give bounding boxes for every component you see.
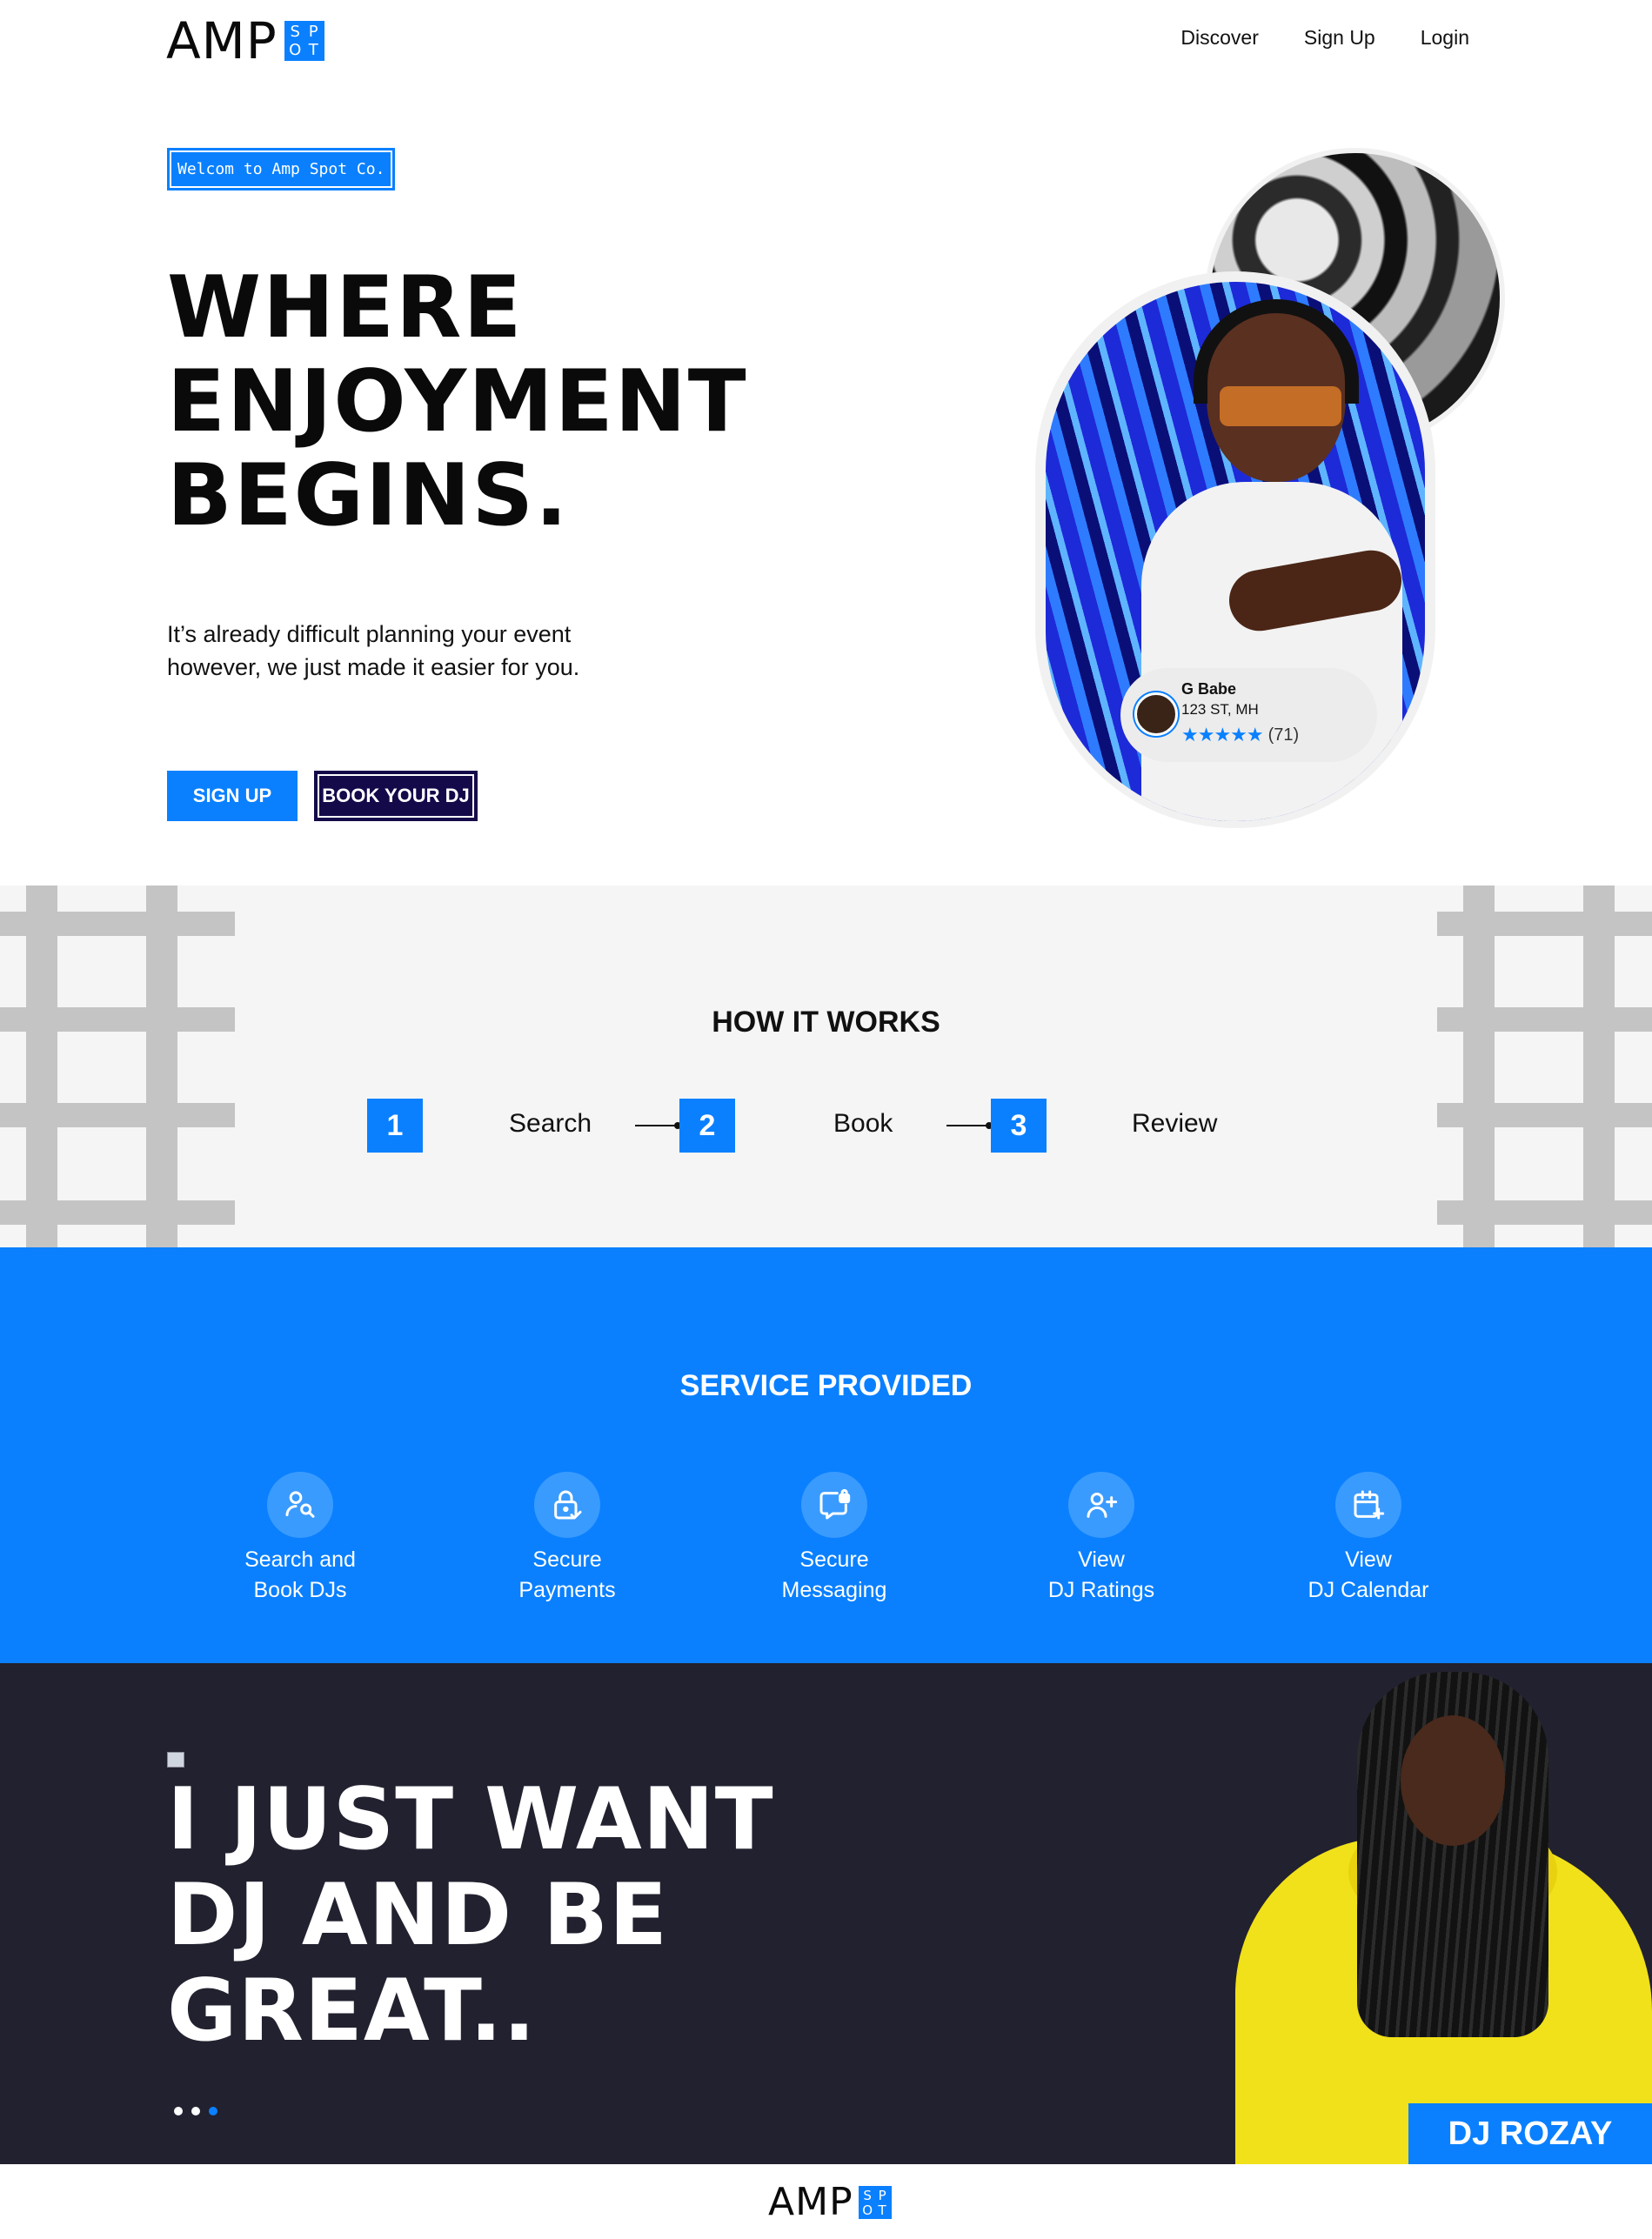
logo-wordmark: AMP bbox=[768, 2180, 853, 2224]
slider-dots bbox=[174, 2107, 217, 2115]
lock-check-icon bbox=[534, 1472, 600, 1538]
nav-link-login[interactable]: Login bbox=[1421, 26, 1469, 50]
service-secure-payments[interactable]: Secure Payments bbox=[463, 1472, 672, 1606]
profile-rating: ★★★★★ (71) bbox=[1181, 724, 1299, 746]
dj-rozay-photo: DJ ROZAY bbox=[1235, 1663, 1652, 2164]
dj-name-tag[interactable]: DJ ROZAY bbox=[1408, 2103, 1652, 2164]
dj-face bbox=[1401, 1715, 1505, 1846]
logo-letter: P bbox=[308, 22, 318, 41]
user-plus-icon bbox=[1068, 1472, 1134, 1538]
message-lock-icon bbox=[801, 1472, 867, 1538]
quote-line: DJ AND BE bbox=[167, 1866, 668, 1965]
service-label-line: Search and bbox=[244, 1547, 356, 1572]
logo-letter: P bbox=[878, 2187, 886, 2203]
broken-image-icon bbox=[167, 1752, 184, 1768]
how-it-works-section: HOW IT WORKS 1 Search 2 Book 3 Review bbox=[0, 886, 1652, 1247]
avatar bbox=[1134, 692, 1178, 736]
logo-letter: O bbox=[289, 40, 302, 59]
service-label-line: View bbox=[1345, 1547, 1392, 1572]
nav-links: Discover Sign Up Login bbox=[1180, 26, 1469, 50]
service-label-line: Payments bbox=[518, 1578, 616, 1602]
logo-letter: T bbox=[878, 2202, 886, 2218]
dj-profile-card[interactable]: G Babe 123 ST, MH ★★★★★ (71) bbox=[1120, 668, 1377, 762]
how-it-works-title: HOW IT WORKS bbox=[712, 1006, 940, 1039]
services-title: SERVICE PROVIDED bbox=[679, 1369, 973, 1402]
user-search-icon bbox=[267, 1472, 333, 1538]
hero-subtitle: It’s already difficult planning your eve… bbox=[167, 621, 580, 680]
figure-glasses bbox=[1220, 386, 1341, 426]
hero-title-line: BEGINS. bbox=[167, 446, 570, 545]
services-section: SERVICE PROVIDED Search and Book DJs Sec… bbox=[0, 1247, 1652, 1663]
service-label-line: Messaging bbox=[781, 1578, 887, 1602]
quote-line: I JUST WANT bbox=[167, 1770, 774, 1869]
service-search-book[interactable]: Search and Book DJs bbox=[196, 1472, 405, 1606]
quote-line: GREAT.. bbox=[167, 1962, 537, 2061]
footer-logo[interactable]: AMP S P O T bbox=[768, 2183, 892, 2222]
slider-dot-active[interactable] bbox=[209, 2107, 217, 2115]
rating-count: (71) bbox=[1267, 725, 1300, 745]
top-nav: AMP S P O T Discover Sign Up Login bbox=[0, 0, 1652, 87]
figure-shirt bbox=[1141, 482, 1402, 821]
nav-link-discover[interactable]: Discover bbox=[1180, 26, 1258, 50]
logo-letter: S bbox=[863, 2187, 872, 2203]
logo-spot-box: S P O T bbox=[284, 21, 324, 61]
welcome-badge: Welcom to Amp Spot Co. bbox=[167, 148, 396, 190]
service-label-line: Secure bbox=[532, 1547, 602, 1572]
slider-dot[interactable] bbox=[174, 2107, 183, 2115]
sign-up-button[interactable]: SIGN UP bbox=[167, 771, 298, 821]
service-secure-messaging[interactable]: Secure Messaging bbox=[730, 1472, 939, 1606]
slider-dot[interactable] bbox=[191, 2107, 200, 2115]
step-connector bbox=[946, 1122, 993, 1129]
dj-quote-slider: I JUST WANT DJ AND BE GREAT.. DJ ROZAY bbox=[0, 1663, 1652, 2164]
profile-location: 123 ST, MH bbox=[1181, 701, 1259, 718]
hero-title-line: WHERE bbox=[167, 258, 524, 358]
step-number: 1 bbox=[367, 1099, 423, 1153]
logo-letter: S bbox=[290, 22, 300, 41]
footer: AMP S P O T bbox=[0, 2164, 1652, 2239]
service-label-line: Book DJs bbox=[253, 1578, 347, 1602]
logo-spot-box: S P O T bbox=[858, 2186, 892, 2219]
step-label: Review bbox=[1132, 1109, 1218, 1138]
calendar-plus-icon bbox=[1335, 1472, 1401, 1538]
service-label-line: DJ Calendar bbox=[1308, 1578, 1429, 1602]
grid-decoration-left bbox=[0, 886, 235, 1247]
star-rating-icon: ★★★★★ bbox=[1181, 724, 1264, 745]
logo-letter: T bbox=[308, 40, 318, 59]
step-label: Search bbox=[509, 1109, 592, 1138]
nav-link-sign-up[interactable]: Sign Up bbox=[1304, 26, 1375, 50]
service-dj-calendar[interactable]: View DJ Calendar bbox=[1264, 1472, 1473, 1606]
step-number: 2 bbox=[679, 1099, 735, 1153]
hero-title: WHERE ENJOYMENT BEGINS. bbox=[167, 261, 748, 543]
logo-letter: O bbox=[862, 2202, 873, 2218]
service-label-line: Secure bbox=[799, 1547, 869, 1572]
service-label-line: DJ Ratings bbox=[1047, 1578, 1155, 1602]
step-connector bbox=[635, 1122, 681, 1129]
amp-spot-logo[interactable]: AMP S P O T bbox=[166, 16, 324, 66]
hero-title-line: ENJOYMENT bbox=[167, 352, 748, 451]
service-dj-ratings[interactable]: View DJ Ratings bbox=[997, 1472, 1206, 1606]
step-label: Book bbox=[833, 1109, 893, 1138]
grid-decoration-right bbox=[1437, 886, 1652, 1247]
step-number: 3 bbox=[991, 1099, 1047, 1153]
logo-wordmark: AMP bbox=[166, 11, 278, 70]
profile-name: G Babe bbox=[1181, 680, 1237, 698]
quote-title: I JUST WANT DJ AND BE GREAT.. bbox=[167, 1772, 774, 2059]
service-label-line: View bbox=[1078, 1547, 1125, 1572]
book-your-dj-button[interactable]: BOOK YOUR DJ bbox=[314, 771, 478, 821]
